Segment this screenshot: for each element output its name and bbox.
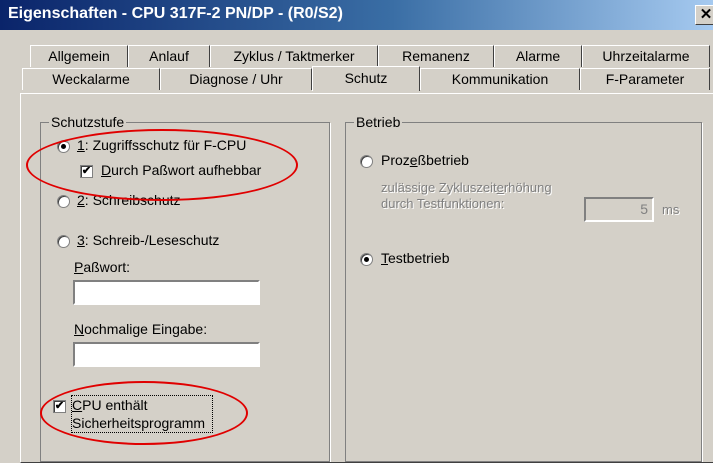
tab-kommunikation[interactable]: Kommunikation [420, 68, 580, 90]
tab-alarme[interactable]: Alarme [494, 45, 582, 67]
tab-remanenz[interactable]: Remanenz [378, 45, 494, 67]
tab-anlauf[interactable]: Anlauf [128, 45, 210, 67]
tab-schutz[interactable]: Schutz [312, 66, 420, 91]
annotation-ellipse-bottom [40, 381, 248, 445]
tab-f-parameter[interactable]: F-Parameter [580, 68, 710, 90]
tab-uhrzeitalarme[interactable]: Uhrzeitalarme [582, 45, 710, 67]
close-button[interactable]: ✕ [695, 5, 713, 25]
annotation-ellipse-top [26, 129, 298, 201]
tab-weckalarme[interactable]: Weckalarme [22, 68, 160, 90]
close-icon: ✕ [699, 6, 713, 23]
tab-allgemein[interactable]: Allgemein [30, 45, 128, 67]
window-title: Eigenschaften - CPU 317F-2 PN/DP - (R0/S… [8, 5, 343, 22]
tab-diagnose-uhr[interactable]: Diagnose / Uhr [160, 68, 312, 90]
tab-zyklus-taktmerker[interactable]: Zyklus / Taktmerker [210, 45, 378, 67]
title-bar: Eigenschaften - CPU 317F-2 PN/DP - (R0/S… [0, 0, 713, 30]
